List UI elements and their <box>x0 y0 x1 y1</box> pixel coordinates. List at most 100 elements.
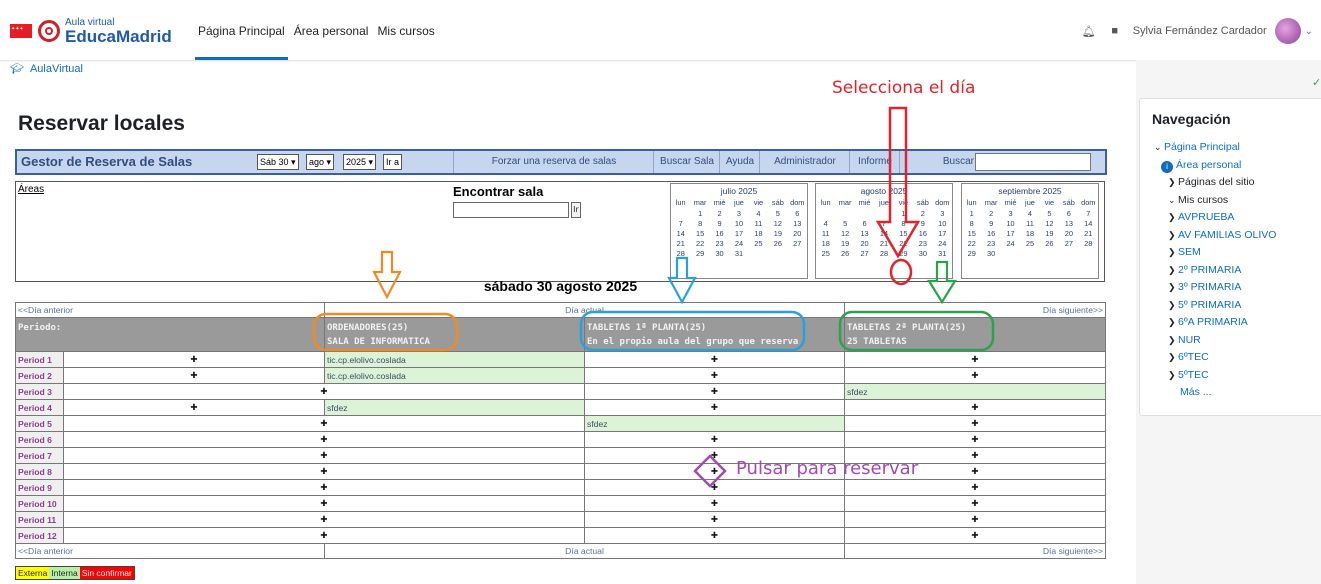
calendar-day[interactable]: 7 <box>671 219 690 228</box>
booking-cell[interactable]: tic.cp.elolivo.coslada <box>324 367 585 384</box>
nav-tree-item[interactable]: ⌄ Mis cursos <box>1154 192 1276 210</box>
month-select[interactable]: ago ▾ <box>306 154 335 170</box>
calendar-title[interactable]: julio 2025 <box>671 186 807 196</box>
add-booking-icon[interactable]: ✚ <box>844 431 1107 448</box>
booking-cell[interactable]: sfdez <box>844 383 1107 400</box>
calendar-day[interactable]: 17 <box>1001 229 1020 238</box>
calendar-day[interactable]: 29 <box>962 249 981 258</box>
calendar-title[interactable]: septiembre 2025 <box>962 186 1098 196</box>
find-room-input[interactable] <box>453 202 569 218</box>
go-to-date-button[interactable]: Ir a <box>383 154 403 170</box>
nav-tree-item[interactable]: ❯ NUR <box>1154 332 1276 350</box>
avatar[interactable] <box>1274 18 1301 44</box>
year-select[interactable]: 2025 ▾ <box>343 154 377 170</box>
booking-cell[interactable]: sfdez <box>583 415 846 432</box>
help-link[interactable]: Ayuda <box>719 151 760 173</box>
add-booking-icon[interactable]: ✚ <box>63 415 585 432</box>
prev-day-link[interactable]: <<Día anterior <box>15 543 325 559</box>
calendar-day[interactable]: 18 <box>816 239 835 248</box>
calendar-day[interactable]: 16 <box>710 229 729 238</box>
find-room-button[interactable]: Ir <box>571 202 581 218</box>
booking-cell[interactable]: tic.cp.elolivo.coslada <box>324 351 585 368</box>
calendar-day[interactable]: 10 <box>933 219 952 228</box>
calendar-day[interactable]: 30 <box>981 249 1000 258</box>
calendar-day[interactable]: 25 <box>816 249 835 258</box>
calendar-day[interactable]: 3 <box>1001 209 1020 218</box>
calendar-day[interactable]: 22 <box>962 239 981 248</box>
add-booking-icon[interactable]: ✚ <box>844 527 1107 544</box>
calendar-day[interactable]: 22 <box>690 239 709 248</box>
calendar-day[interactable]: 26 <box>1040 239 1059 248</box>
nav-tree-item[interactable]: ❯ AVPRUEBA <box>1154 209 1276 227</box>
calendar-day[interactable]: 29 <box>690 249 709 258</box>
calendar-day[interactable]: 27 <box>855 249 874 258</box>
calendar-day[interactable]: 2 <box>913 209 932 218</box>
nav-more-link[interactable]: Más ... <box>1154 384 1276 402</box>
calendar-day[interactable]: 26 <box>768 239 787 248</box>
calendar-day[interactable]: 23 <box>981 239 1000 248</box>
nav-mis-cursos[interactable]: Mis cursos <box>374 0 437 60</box>
calendar-day[interactable]: 14 <box>874 229 893 238</box>
calendar-day[interactable]: 5 <box>1040 209 1059 218</box>
nav-tree-item[interactable]: ❯ AV FAMILIAS OLIVO <box>1154 227 1276 245</box>
calendar-day[interactable]: 26 <box>835 249 854 258</box>
next-day-link[interactable]: Día siguiente>> <box>844 543 1107 559</box>
calendar-day[interactable]: 9 <box>981 219 1000 228</box>
add-booking-icon[interactable]: ✚ <box>63 447 585 464</box>
day-select[interactable]: Sáb 30 ▾ <box>257 154 299 170</box>
calendar-day[interactable]: 31 <box>729 249 748 258</box>
room-tabletas-2[interactable]: TABLETAS 2ª PLANTA(25) 25 TABLETAS <box>844 317 1107 352</box>
nav-tree-item[interactable]: ❯ 3º PRIMARIA <box>1154 279 1276 297</box>
nav-tree-item[interactable]: i Área personal <box>1154 157 1276 175</box>
calendar-day[interactable]: 16 <box>981 229 1000 238</box>
today-link[interactable]: Día actual <box>323 543 846 559</box>
calendar-day[interactable]: 7 <box>1079 209 1098 218</box>
add-booking-icon[interactable]: ✚ <box>63 479 585 496</box>
calendar-day[interactable]: 6 <box>1059 209 1078 218</box>
calendar-day[interactable]: 25 <box>1020 239 1039 248</box>
calendar-day[interactable]: 21 <box>671 239 690 248</box>
calendar-day[interactable]: 24 <box>1001 239 1020 248</box>
calendar-title[interactable]: agosto 2025 <box>816 186 952 196</box>
add-booking-icon[interactable]: ✚ <box>583 383 846 400</box>
calendar-day[interactable]: 21 <box>1079 229 1098 238</box>
search-room-link[interactable]: Buscar Sala <box>653 151 720 173</box>
calendar-day[interactable]: 11 <box>816 229 835 238</box>
site-logo[interactable]: Aula virtual EducaMadrid <box>10 16 172 46</box>
add-booking-icon[interactable]: ✚ <box>63 511 585 528</box>
calendar-day[interactable]: 19 <box>768 229 787 238</box>
calendar-day[interactable]: 30 <box>710 249 729 258</box>
search-input[interactable] <box>975 153 1091 171</box>
calendar-day[interactable]: 14 <box>1079 219 1098 228</box>
add-booking-icon[interactable]: ✚ <box>63 399 325 416</box>
calendar-day[interactable]: 27 <box>788 239 807 248</box>
calendar-day[interactable]: 3 <box>933 209 952 218</box>
calendar-day[interactable]: 28 <box>671 249 690 258</box>
add-booking-icon[interactable]: ✚ <box>583 351 846 368</box>
add-booking-icon[interactable]: ✚ <box>844 511 1107 528</box>
today-link[interactable]: Día actual <box>323 302 846 318</box>
booking-cell[interactable]: sfdez <box>324 399 585 416</box>
add-booking-icon[interactable]: ✚ <box>63 383 585 400</box>
nav-tree-item[interactable]: ❯ 6ºA PRIMARIA <box>1154 314 1276 332</box>
calendar-day[interactable]: 11 <box>749 219 768 228</box>
add-booking-icon[interactable]: ✚ <box>63 463 585 480</box>
calendar-day[interactable]: 9 <box>710 219 729 228</box>
areas-link[interactable]: Áreas <box>18 184 44 195</box>
report-link[interactable]: Informe <box>849 151 900 173</box>
calendar-day[interactable]: 13 <box>788 219 807 228</box>
calendar-day[interactable]: 8 <box>690 219 709 228</box>
calendar-day[interactable]: 12 <box>835 229 854 238</box>
calendar-day[interactable]: 15 <box>690 229 709 238</box>
calendar-day[interactable]: 24 <box>729 239 748 248</box>
add-booking-icon[interactable]: ✚ <box>844 351 1107 368</box>
nav-tree-item[interactable]: ❯ SEM <box>1154 244 1276 262</box>
add-booking-icon[interactable]: ✚ <box>63 495 585 512</box>
add-booking-icon[interactable]: ✚ <box>583 367 846 384</box>
calendar-day[interactable]: 31 <box>933 249 952 258</box>
calendar-day[interactable]: 4 <box>749 209 768 218</box>
calendar-day[interactable]: 1 <box>690 209 709 218</box>
nav-tree-item[interactable]: ❯ 5º PRIMARIA <box>1154 297 1276 315</box>
nav-pagina-principal[interactable]: Página Principal <box>195 0 288 60</box>
calendar-day[interactable]: 17 <box>933 229 952 238</box>
